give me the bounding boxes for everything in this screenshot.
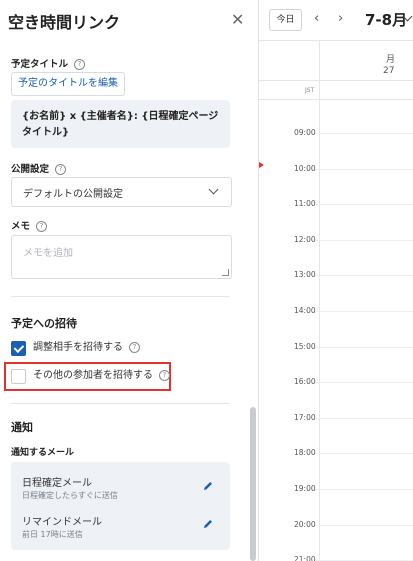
hour-grid-line (315, 311, 413, 312)
pencil-icon[interactable] (202, 480, 214, 492)
hour-grid-line (315, 239, 413, 241)
invite-others-row[interactable]: その他の参加者を招待する? (11, 369, 170, 385)
hour-grid-line (315, 168, 413, 170)
next-arrow-icon[interactable]: › (338, 11, 343, 27)
memo-textarea[interactable]: メモを追加 (11, 235, 232, 279)
hour-label: 21:00 (294, 555, 316, 561)
hour-grid-line (315, 275, 413, 277)
help-icon[interactable]: ? (55, 164, 67, 175)
memo-label: メモ (11, 221, 31, 232)
help-icon[interactable]: ? (74, 59, 86, 70)
visibility-select[interactable]: デフォルトの公開設定 (11, 177, 232, 207)
hour-grid-line (315, 133, 413, 134)
invite-counterpart-label: 調整相手を招待する? (33, 341, 140, 355)
help-icon[interactable]: ? (159, 369, 170, 381)
hour-label: 09:00 (294, 128, 316, 137)
invitation-section-title: 予定への招待 (11, 317, 77, 330)
visibility-label: 公開設定 (11, 164, 50, 175)
event-title-value: {お名前} x {主催者名}: {日程確定ページタイトル} (22, 111, 219, 138)
event-title-label: 予定タイトル (11, 59, 69, 70)
invite-counterpart-row[interactable]: 調整相手を招待する? (11, 341, 171, 357)
notification-email-name: 日程確定メール (22, 478, 92, 489)
help-icon[interactable]: ? (129, 341, 140, 353)
divider (11, 296, 230, 297)
event-title-preview: {お名前} x {主催者名}: {日程確定ページタイトル} (11, 100, 230, 148)
hour-label: 16:00 (294, 377, 316, 387)
hour-grid-line (315, 417, 413, 419)
calendar-header-divider (259, 80, 413, 81)
notification-email-timing: 日程確定したらすぐに送信 (22, 491, 118, 500)
hour-label: 12:00 (294, 234, 316, 244)
calendar-header-divider (259, 99, 413, 100)
hour-grid-line (315, 524, 413, 526)
hour-label: 18:00 (294, 448, 316, 458)
invite-others-label: その他の参加者を招待する? (33, 369, 170, 383)
invite-counterpart-checkbox[interactable] (11, 341, 26, 356)
today-button[interactable]: 今日 (269, 9, 302, 31)
notification-emails-label: 通知するメール (11, 448, 75, 458)
invite-others-checkbox[interactable] (11, 369, 26, 384)
panel-header: 空き時間リンク ✕ (0, 0, 249, 40)
prev-arrow-icon[interactable]: ‹ (314, 11, 319, 27)
visibility-selected-value: デフォルトの公開設定 (23, 189, 123, 200)
divider (11, 403, 230, 404)
event-title-label-row: 予定タイトル? (11, 56, 86, 70)
memo-label-row: メモ? (11, 218, 48, 232)
hour-grid-line (315, 489, 413, 490)
calendar-view: 今日 ‹ › 7-8月 月 27 JST 09:00 10:00 11:00 12:0… (259, 0, 413, 561)
day-column-divider (319, 40, 320, 561)
notification-email-name: リマインドメール (22, 517, 102, 528)
availability-link-panel: 空き時間リンク ✕ 予定タイトル? 予定のタイトルを編集 {お名前} x {主催… (0, 0, 249, 561)
notification-email-timing: 前日 17時に送信 (22, 530, 83, 539)
hour-grid-line (315, 453, 413, 455)
day-number[interactable]: 27 (383, 66, 394, 76)
hour-label: 14:00 (294, 306, 316, 315)
month-label[interactable]: 7-8月 (365, 9, 407, 30)
current-time-marker-icon (259, 162, 264, 168)
hour-grid-line (315, 382, 413, 384)
hour-label: 15:00 (294, 341, 316, 351)
calendar-header-divider (259, 40, 413, 41)
hour-grid-line (315, 346, 413, 348)
hour-label: 17:00 (294, 412, 316, 422)
help-icon[interactable]: ? (36, 221, 48, 232)
memo-placeholder: メモを追加 (23, 248, 73, 259)
hour-label: 10:00 (294, 163, 316, 173)
chevron-down-icon (208, 184, 219, 195)
hour-label: 20:00 (294, 519, 316, 529)
hour-grid-line (315, 204, 413, 206)
hour-label: 11:00 (294, 199, 316, 209)
timezone-label: JST (305, 87, 315, 94)
panel-title: 空き時間リンク (8, 13, 121, 32)
edit-event-title-button[interactable]: 予定のタイトルを編集 (11, 72, 125, 96)
resize-handle-icon[interactable] (222, 269, 229, 276)
notification-email-list: 日程確定メール 日程確定したらすぐに送信 リマインドメール 前日 17時に送信 (11, 462, 230, 550)
visibility-label-row: 公開設定? (11, 161, 67, 175)
notification-section-title: 通知 (11, 421, 33, 434)
hour-label: 19:00 (294, 484, 316, 493)
panel-scrollbar[interactable] (250, 407, 256, 561)
close-icon[interactable]: ✕ (231, 10, 244, 30)
day-of-week: 月 (386, 55, 396, 65)
hour-label: 13:00 (294, 270, 316, 280)
pencil-icon[interactable] (202, 518, 214, 530)
